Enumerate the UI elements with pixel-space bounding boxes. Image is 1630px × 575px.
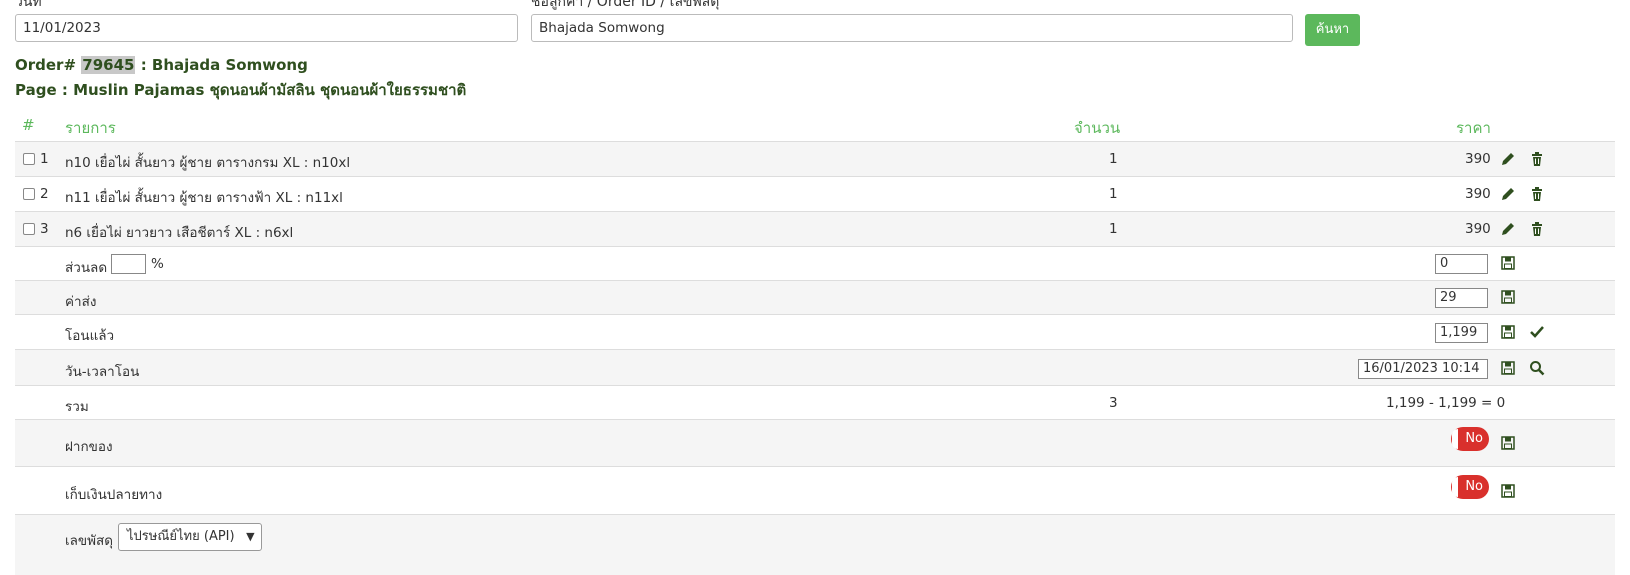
- transfer-time-row: วัน-เวลาโอน 16/01/2023 10:14: [15, 349, 1615, 385]
- total-qty: 3: [1109, 395, 1118, 411]
- discount-unit: %: [151, 256, 164, 272]
- order-title: Order# 79645 : Bhajada Somwong: [15, 56, 308, 74]
- total-label: รวม: [65, 399, 89, 415]
- carrier-select-value: ไปรษณีย์ไทย (API): [127, 529, 235, 544]
- discount-percent-input[interactable]: [111, 254, 146, 274]
- row-checkbox[interactable]: [23, 188, 35, 200]
- row-item-name: n10 เยื่อไผ่ สั้นยาว ผู้ชาย ตารางกรม XL …: [65, 155, 351, 171]
- floppy-disk-icon[interactable]: [1500, 289, 1516, 305]
- floppy-disk-icon[interactable]: [1500, 360, 1516, 376]
- discount-row: ส่วนลด % 0: [15, 246, 1615, 280]
- shipping-label: ค่าส่ง: [65, 294, 97, 310]
- row-checkbox[interactable]: [23, 223, 35, 235]
- row-checkbox[interactable]: [23, 153, 35, 165]
- transfer-time-input[interactable]: 16/01/2023 10:14: [1358, 359, 1488, 379]
- discount-label: ส่วนลด: [65, 260, 108, 276]
- row-number: 2: [40, 186, 49, 202]
- floppy-disk-icon[interactable]: [1500, 324, 1516, 340]
- paid-label: โอนแล้ว: [65, 328, 115, 344]
- row-number: 1: [40, 151, 49, 167]
- paid-input[interactable]: 1,199: [1435, 323, 1488, 343]
- trash-icon[interactable]: [1529, 186, 1545, 202]
- magnifier-icon[interactable]: [1529, 360, 1545, 376]
- deposit-label: ฝากของ: [65, 439, 113, 455]
- deposit-row: ฝากของ No: [15, 419, 1615, 466]
- table-row: 1 n10 เยื่อไผ่ สั้นยาว ผู้ชาย ตารางกรม X…: [15, 141, 1615, 176]
- row-price: 390: [1465, 221, 1491, 237]
- row-number: 3: [40, 221, 49, 237]
- table-row: 3 n6 เยื่อไผ่ ยาวยาว เสือชีตาร์ XL : n6x…: [15, 211, 1615, 246]
- order-page-line: Page : Muslin Pajamas ชุดนอนผ้ามัสลิน ชุ…: [15, 81, 467, 99]
- floppy-disk-icon[interactable]: [1500, 483, 1516, 499]
- date-label: วันที่: [15, 0, 42, 10]
- trash-icon[interactable]: [1529, 151, 1545, 167]
- discount-amount-input[interactable]: 0: [1435, 254, 1488, 274]
- trash-icon[interactable]: [1529, 221, 1545, 237]
- row-price: 390: [1465, 151, 1491, 167]
- header-qty: จำนวน: [1074, 119, 1121, 137]
- cod-toggle[interactable]: No: [1451, 475, 1489, 499]
- deposit-toggle[interactable]: No: [1451, 427, 1489, 451]
- row-qty: 1: [1109, 186, 1118, 202]
- header-price: ราคา: [1456, 119, 1491, 137]
- header-num: #: [22, 116, 35, 134]
- row-item-name: n6 เยื่อไผ่ ยาวยาว เสือชีตาร์ XL : n6xl: [65, 225, 294, 241]
- tracking-label: เลขพัสดุ: [65, 533, 114, 549]
- cod-label: เก็บเงินปลายทาง: [65, 487, 163, 503]
- shipping-input[interactable]: 29: [1435, 288, 1488, 308]
- row-qty: 1: [1109, 151, 1118, 167]
- paid-row: โอนแล้ว 1,199: [15, 314, 1615, 349]
- customer-search-input[interactable]: Bhajada Somwong: [531, 14, 1293, 42]
- row-price: 390: [1465, 186, 1491, 202]
- pencil-icon[interactable]: [1500, 221, 1516, 237]
- carrier-select[interactable]: ไปรษณีย์ไทย (API) ▼: [118, 523, 262, 551]
- header-item: รายการ: [65, 119, 116, 137]
- checkmark-icon[interactable]: [1529, 324, 1545, 340]
- tracking-row: เลขพัสดุ ไปรษณีย์ไทย (API) ▼: [15, 514, 1615, 575]
- search-button[interactable]: ค้นหา: [1305, 14, 1360, 46]
- table-row: 2 n11 เยื่อไผ่ สั้นยาว ผู้ชาย ตารางฟ้า X…: [15, 176, 1615, 211]
- chevron-down-icon: ▼: [246, 530, 255, 543]
- order-prefix: Order#: [15, 56, 77, 74]
- pencil-icon[interactable]: [1500, 186, 1516, 202]
- shipping-row: ค่าส่ง 29: [15, 280, 1615, 314]
- pencil-icon[interactable]: [1500, 151, 1516, 167]
- floppy-disk-icon[interactable]: [1500, 435, 1516, 451]
- order-id: 79645: [81, 56, 136, 74]
- total-row: รวม 3 1,199 - 1,199 = 0: [15, 385, 1615, 419]
- row-item-name: n11 เยื่อไผ่ สั้นยาว ผู้ชาย ตารางฟ้า XL …: [65, 190, 343, 206]
- floppy-disk-icon[interactable]: [1500, 255, 1516, 271]
- total-calculation: 1,199 - 1,199 = 0: [1386, 395, 1506, 411]
- date-input[interactable]: 11/01/2023: [15, 14, 518, 42]
- transfer-time-label: วัน-เวลาโอน: [65, 364, 140, 380]
- row-qty: 1: [1109, 221, 1118, 237]
- cod-row: เก็บเงินปลายทาง No: [15, 466, 1615, 514]
- customer-search-label: ชื่อลูกค้า / Order ID / เลขพัสดุ: [531, 0, 720, 10]
- order-customer: : Bhajada Somwong: [140, 56, 308, 74]
